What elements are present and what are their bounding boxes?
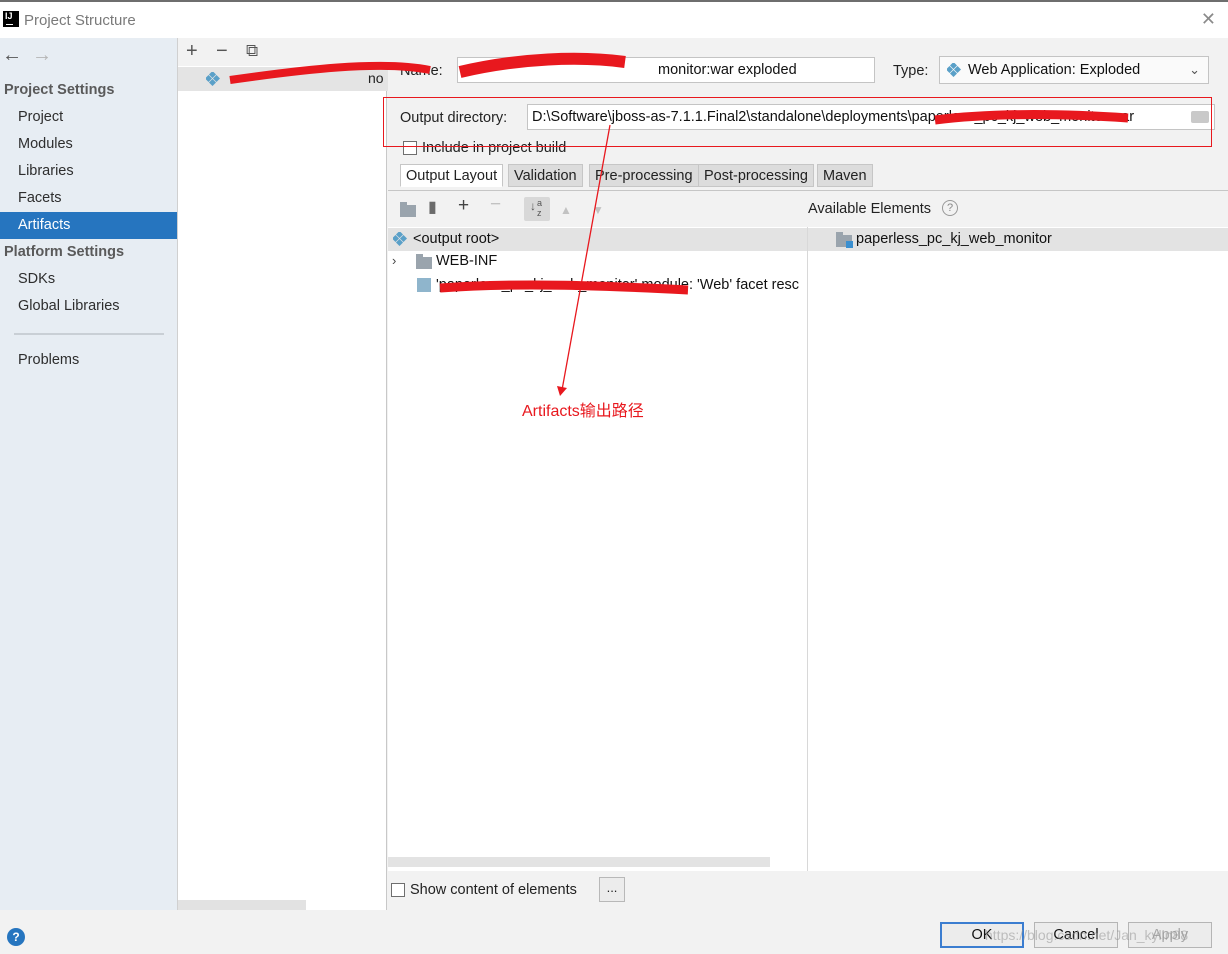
help-circle-icon[interactable]: ? bbox=[942, 200, 958, 216]
tab-validation[interactable]: Validation bbox=[508, 164, 583, 187]
annotation-highlight-box bbox=[383, 97, 1212, 147]
show-content-options-button[interactable]: ... bbox=[599, 877, 625, 902]
forward-arrow-icon[interactable]: → bbox=[32, 44, 62, 67]
tree-label: 'paperless_pc_kj_web_monitor' module: 'W… bbox=[436, 277, 800, 293]
tree-label: WEB-INF bbox=[436, 253, 498, 269]
type-label: Type: bbox=[893, 63, 929, 79]
add-artifact-icon[interactable]: + bbox=[186, 41, 198, 61]
tree-row-output-root[interactable]: <output root> bbox=[388, 228, 807, 251]
sidebar-item-global-libraries[interactable]: Global Libraries bbox=[0, 293, 177, 320]
tree-label: paperless_pc_kj_web_monitor bbox=[856, 231, 1052, 247]
folder-icon bbox=[416, 254, 432, 269]
remove-element-icon[interactable]: − bbox=[490, 195, 501, 214]
dialog-button-bar: ? OK Cancel Apply https://blog.csdn.net/… bbox=[0, 910, 1228, 954]
help-icon[interactable]: ? bbox=[7, 928, 25, 946]
remove-artifact-icon[interactable]: − bbox=[216, 41, 228, 61]
move-up-icon[interactable]: ▲ bbox=[560, 202, 572, 218]
artifacts-list-panel: + − ⧉ no bbox=[177, 38, 388, 910]
sidebar-item-project[interactable]: Project bbox=[0, 104, 177, 131]
module-badge-icon bbox=[846, 241, 853, 248]
tree-label: <output root> bbox=[413, 231, 500, 247]
sort-az-icon[interactable]: ↓ az bbox=[524, 197, 550, 221]
tab-maven[interactable]: Maven bbox=[817, 164, 873, 187]
artifact-name-label: no bbox=[368, 70, 384, 86]
layout-toolbar: ▮ + − ↓ az ▲ ▼ bbox=[388, 191, 808, 227]
settings-sidebar: ← → Project Settings Project Modules Libr… bbox=[0, 38, 177, 910]
nav-arrows: ← → bbox=[2, 44, 62, 67]
artifacts-list-scrollbar[interactable] bbox=[178, 900, 306, 910]
tree-row-web-facet[interactable]: 'paperless_pc_kj_web_monitor' module: 'W… bbox=[388, 274, 807, 297]
chevron-down-icon: ⌄ bbox=[1189, 62, 1200, 77]
name-field[interactable]: monitor:war exploded bbox=[457, 57, 875, 83]
type-select[interactable]: Web Application: Exploded ⌄ bbox=[939, 56, 1209, 84]
window-title: Project Structure bbox=[24, 12, 136, 29]
web-artifact-icon bbox=[947, 63, 961, 77]
new-directory-icon[interactable] bbox=[400, 202, 416, 217]
layout-horizontal-scrollbar[interactable] bbox=[388, 857, 770, 867]
sidebar-item-artifacts[interactable]: Artifacts bbox=[0, 212, 177, 239]
tab-post-processing[interactable]: Post-processing bbox=[698, 164, 814, 187]
show-content-bar: Show content of elements ... bbox=[388, 871, 1228, 910]
close-icon[interactable]: ✕ bbox=[1201, 10, 1216, 28]
panel-divider[interactable] bbox=[807, 227, 808, 871]
platform-settings-header: Platform Settings bbox=[4, 244, 125, 260]
sidebar-item-libraries[interactable]: Libraries bbox=[0, 158, 177, 185]
output-layout-panel: ▮ + − ↓ az ▲ ▼ Available Elements ? <out… bbox=[388, 191, 1228, 871]
type-select-value: Web Application: Exploded bbox=[968, 62, 1141, 78]
sidebar-item-sdks[interactable]: SDKs bbox=[0, 266, 177, 293]
watermark-text: https://blog.csdn.net/Jan_kylin88 bbox=[985, 927, 1189, 943]
artifact-list-item[interactable]: no bbox=[178, 67, 388, 91]
available-elements-title: Available Elements bbox=[808, 201, 932, 217]
intellij-app-icon: IJ bbox=[3, 11, 19, 27]
annotation-label: Artifacts输出路径 bbox=[522, 403, 644, 420]
available-elements-header: Available Elements ? bbox=[808, 191, 1228, 227]
show-content-label: Show content of elements bbox=[410, 882, 577, 898]
available-item[interactable]: paperless_pc_kj_web_monitor bbox=[808, 228, 1228, 251]
move-down-icon[interactable]: ▼ bbox=[592, 202, 604, 218]
web-artifact-icon bbox=[206, 72, 220, 86]
back-arrow-icon[interactable]: ← bbox=[2, 44, 32, 67]
sidebar-divider bbox=[14, 333, 164, 335]
project-settings-header: Project Settings bbox=[4, 82, 115, 98]
add-copy-icon[interactable]: + bbox=[458, 196, 469, 215]
chevron-right-icon[interactable]: › bbox=[392, 250, 396, 272]
artifact-editor: Name: monitor:war exploded Type: Web App… bbox=[388, 38, 1228, 910]
archive-icon[interactable]: ▮ bbox=[428, 200, 437, 216]
name-label: Name: bbox=[400, 63, 443, 79]
copy-artifact-icon[interactable]: ⧉ bbox=[246, 41, 258, 61]
web-artifact-icon bbox=[393, 232, 407, 246]
sidebar-item-problems[interactable]: Problems bbox=[0, 347, 177, 374]
web-facet-icon bbox=[417, 278, 431, 292]
sidebar-item-facets[interactable]: Facets bbox=[0, 185, 177, 212]
title-bar: IJ Project Structure ✕ bbox=[0, 0, 1228, 38]
artifacts-toolbar: + − ⧉ bbox=[178, 38, 388, 66]
show-content-checkbox[interactable] bbox=[391, 883, 405, 897]
tab-output-layout[interactable]: Output Layout bbox=[400, 164, 504, 187]
tree-row-web-inf[interactable]: › WEB-INF bbox=[388, 250, 807, 273]
tab-pre-processing[interactable]: Pre-processing bbox=[589, 164, 699, 187]
sidebar-item-modules[interactable]: Modules bbox=[0, 131, 177, 158]
